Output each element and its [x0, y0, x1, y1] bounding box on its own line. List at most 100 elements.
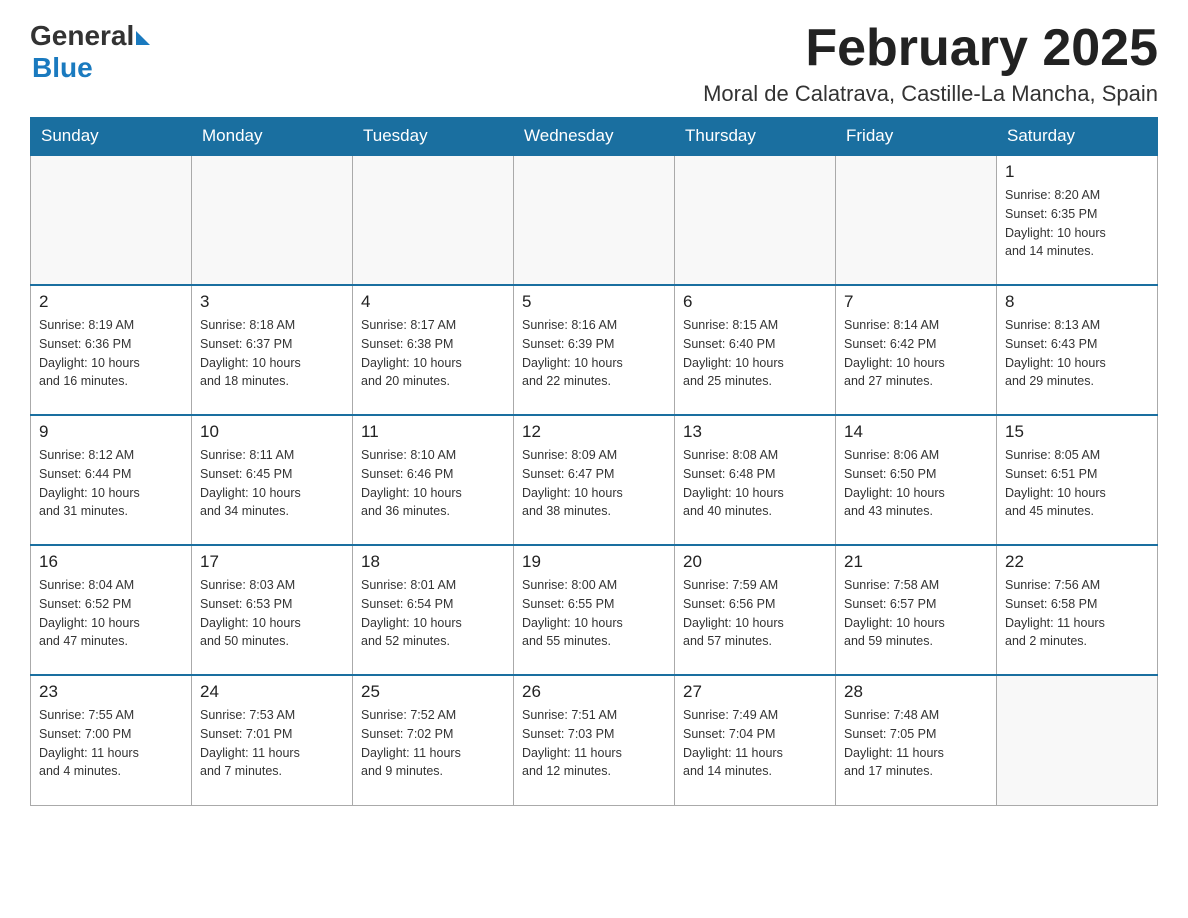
calendar-cell: 17Sunrise: 8:03 AM Sunset: 6:53 PM Dayli…: [192, 545, 353, 675]
month-title: February 2025: [703, 20, 1158, 77]
day-info: Sunrise: 8:10 AM Sunset: 6:46 PM Dayligh…: [361, 446, 505, 521]
calendar-cell: 27 Sunrise: 7:49 AM Sunset: 7:04 PM Dayli…: [675, 675, 836, 805]
day-info: Sunrise: 8:00 AM Sunset: 6:55 PM Dayligh…: [522, 576, 666, 651]
logo-triangle-icon: [136, 31, 150, 45]
day-info: Sunrise: 7:59 AM Sunset: 6:56 PM Dayligh…: [683, 576, 827, 651]
day-number: 6: [683, 292, 827, 312]
day-number: 9: [39, 422, 183, 442]
day-info: Sunrise: 8:01 AM Sunset: 6:54 PM Dayligh…: [361, 576, 505, 651]
day-info: Sunrise: 7:56 AM Sunset: 6:58 PM Dayligh…: [1005, 576, 1149, 651]
calendar-cell: [836, 155, 997, 285]
calendar-cell: 21 Sunrise: 7:58 AM Sunset: 6:57 PM Dayli…: [836, 545, 997, 675]
day-number: 15: [1005, 422, 1149, 442]
day-info: Sunrise: 7:49 AM Sunset: 7:04 PM Dayligh…: [683, 706, 827, 781]
calendar-cell: [997, 675, 1158, 805]
calendar-cell: [675, 155, 836, 285]
day-info: Sunrise: 8:08 AM Sunset: 6:48 PM Dayligh…: [683, 446, 827, 521]
day-info: Sunrise: 8:09 AM Sunset: 6:47 PM Dayligh…: [522, 446, 666, 521]
day-number: 8: [1005, 292, 1149, 312]
day-info: Sunrise: 8:12 AM Sunset: 6:44 PM Dayligh…: [39, 446, 183, 521]
weekday-header-wednesday: Wednesday: [514, 118, 675, 156]
calendar-cell: 10 Sunrise: 8:11 AM Sunset: 6:45 PM Dayli…: [192, 415, 353, 545]
calendar-week-5: 23Sunrise: 7:55 AM Sunset: 7:00 PM Dayli…: [31, 675, 1158, 805]
day-number: 2: [39, 292, 183, 312]
weekday-header-monday: Monday: [192, 118, 353, 156]
calendar-cell: 15 Sunrise: 8:05 AM Sunset: 6:51 PM Dayli…: [997, 415, 1158, 545]
day-info: Sunrise: 8:04 AM Sunset: 6:52 PM Dayligh…: [39, 576, 183, 651]
day-info: Sunrise: 8:05 AM Sunset: 6:51 PM Dayligh…: [1005, 446, 1149, 521]
calendar-cell: 12 Sunrise: 8:09 AM Sunset: 6:47 PM Dayli…: [514, 415, 675, 545]
day-info: Sunrise: 8:15 AM Sunset: 6:40 PM Dayligh…: [683, 316, 827, 391]
calendar-cell: 5 Sunrise: 8:16 AM Sunset: 6:39 PM Daylig…: [514, 285, 675, 415]
day-info: Sunrise: 7:58 AM Sunset: 6:57 PM Dayligh…: [844, 576, 988, 651]
day-number: 20: [683, 552, 827, 572]
calendar-cell: 26 Sunrise: 7:51 AM Sunset: 7:03 PM Dayli…: [514, 675, 675, 805]
calendar-cell: 22Sunrise: 7:56 AM Sunset: 6:58 PM Dayli…: [997, 545, 1158, 675]
calendar-week-3: 9 Sunrise: 8:12 AM Sunset: 6:44 PM Daylig…: [31, 415, 1158, 545]
calendar-cell: 23Sunrise: 7:55 AM Sunset: 7:00 PM Dayli…: [31, 675, 192, 805]
weekday-header-row: SundayMondayTuesdayWednesdayThursdayFrid…: [31, 118, 1158, 156]
day-number: 17: [200, 552, 344, 572]
day-number: 23: [39, 682, 183, 702]
calendar-cell: 16 Sunrise: 8:04 AM Sunset: 6:52 PM Dayli…: [31, 545, 192, 675]
calendar-cell: 2Sunrise: 8:19 AM Sunset: 6:36 PM Daylig…: [31, 285, 192, 415]
day-number: 7: [844, 292, 988, 312]
calendar-cell: 7Sunrise: 8:14 AM Sunset: 6:42 PM Daylig…: [836, 285, 997, 415]
day-number: 5: [522, 292, 666, 312]
day-info: Sunrise: 8:06 AM Sunset: 6:50 PM Dayligh…: [844, 446, 988, 521]
day-info: Sunrise: 8:17 AM Sunset: 6:38 PM Dayligh…: [361, 316, 505, 391]
calendar-cell: [353, 155, 514, 285]
day-number: 11: [361, 422, 505, 442]
calendar-cell: 3 Sunrise: 8:18 AM Sunset: 6:37 PM Daylig…: [192, 285, 353, 415]
calendar-cell: 19 Sunrise: 8:00 AM Sunset: 6:55 PM Dayli…: [514, 545, 675, 675]
day-number: 21: [844, 552, 988, 572]
day-number: 10: [200, 422, 344, 442]
day-number: 25: [361, 682, 505, 702]
day-number: 16: [39, 552, 183, 572]
logo: General Blue: [30, 20, 150, 84]
calendar-week-1: 1 Sunrise: 8:20 AM Sunset: 6:35 PM Daylig…: [31, 155, 1158, 285]
calendar-cell: [514, 155, 675, 285]
day-info: Sunrise: 7:51 AM Sunset: 7:03 PM Dayligh…: [522, 706, 666, 781]
calendar-cell: 20 Sunrise: 7:59 AM Sunset: 6:56 PM Dayli…: [675, 545, 836, 675]
weekday-header-friday: Friday: [836, 118, 997, 156]
calendar-cell: 18Sunrise: 8:01 AM Sunset: 6:54 PM Dayli…: [353, 545, 514, 675]
day-info: Sunrise: 8:18 AM Sunset: 6:37 PM Dayligh…: [200, 316, 344, 391]
calendar-cell: 4 Sunrise: 8:17 AM Sunset: 6:38 PM Daylig…: [353, 285, 514, 415]
day-number: 1: [1005, 162, 1149, 182]
day-number: 27: [683, 682, 827, 702]
weekday-header-saturday: Saturday: [997, 118, 1158, 156]
weekday-header-thursday: Thursday: [675, 118, 836, 156]
day-info: Sunrise: 7:53 AM Sunset: 7:01 PM Dayligh…: [200, 706, 344, 781]
day-number: 14: [844, 422, 988, 442]
weekday-header-tuesday: Tuesday: [353, 118, 514, 156]
day-number: 13: [683, 422, 827, 442]
day-number: 24: [200, 682, 344, 702]
day-info: Sunrise: 8:20 AM Sunset: 6:35 PM Dayligh…: [1005, 186, 1149, 261]
day-info: Sunrise: 8:11 AM Sunset: 6:45 PM Dayligh…: [200, 446, 344, 521]
title-section: February 2025 Moral de Calatrava, Castil…: [703, 20, 1158, 107]
calendar-cell: [192, 155, 353, 285]
day-info: Sunrise: 8:16 AM Sunset: 6:39 PM Dayligh…: [522, 316, 666, 391]
day-number: 12: [522, 422, 666, 442]
calendar-cell: 28 Sunrise: 7:48 AM Sunset: 7:05 PM Dayli…: [836, 675, 997, 805]
location-title: Moral de Calatrava, Castille-La Mancha, …: [703, 81, 1158, 107]
day-number: 3: [200, 292, 344, 312]
day-number: 28: [844, 682, 988, 702]
logo-general: General: [30, 20, 134, 52]
calendar-cell: 24 Sunrise: 7:53 AM Sunset: 7:01 PM Dayli…: [192, 675, 353, 805]
calendar-cell: 25 Sunrise: 7:52 AM Sunset: 7:02 PM Dayli…: [353, 675, 514, 805]
calendar-cell: 6 Sunrise: 8:15 AM Sunset: 6:40 PM Daylig…: [675, 285, 836, 415]
weekday-header-sunday: Sunday: [31, 118, 192, 156]
day-number: 26: [522, 682, 666, 702]
calendar-cell: 14 Sunrise: 8:06 AM Sunset: 6:50 PM Dayli…: [836, 415, 997, 545]
day-info: Sunrise: 7:48 AM Sunset: 7:05 PM Dayligh…: [844, 706, 988, 781]
day-number: 4: [361, 292, 505, 312]
day-info: Sunrise: 8:13 AM Sunset: 6:43 PM Dayligh…: [1005, 316, 1149, 391]
day-number: 19: [522, 552, 666, 572]
logo-blue: Blue: [32, 52, 93, 84]
calendar-cell: [31, 155, 192, 285]
day-info: Sunrise: 7:52 AM Sunset: 7:02 PM Dayligh…: [361, 706, 505, 781]
calendar-cell: 13 Sunrise: 8:08 AM Sunset: 6:48 PM Dayli…: [675, 415, 836, 545]
calendar-week-4: 16 Sunrise: 8:04 AM Sunset: 6:52 PM Dayli…: [31, 545, 1158, 675]
